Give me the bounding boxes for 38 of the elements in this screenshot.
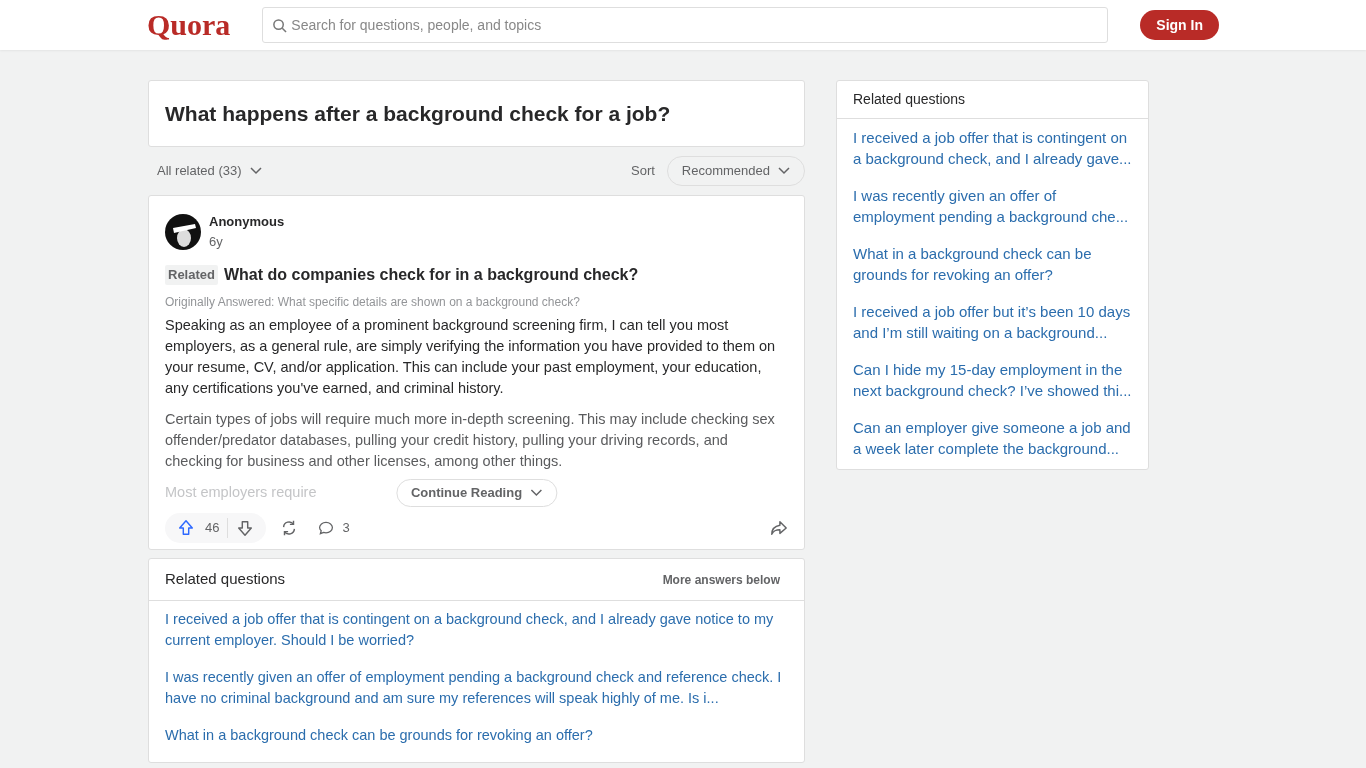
- related-question-title[interactable]: What do companies check for in a background check?: [223, 263, 639, 288]
- all-related-dropdown[interactable]: All related (33): [157, 161, 262, 181]
- more-answers-label: More answers below: [662, 571, 781, 589]
- related-question-link[interactable]: I was recently given an offer of employment pending a background check and reference check. I have no criminal background and am sure my references will speak highly of me. Is i...: [165, 667, 788, 710]
- downvote-icon[interactable]: [236, 519, 255, 538]
- continue-reading-button[interactable]: Continue Reading: [395, 479, 558, 508]
- chevron-down-icon: [530, 489, 543, 498]
- sign-in-button[interactable]: Sign In: [1140, 10, 1219, 40]
- chevron-down-icon: [249, 167, 262, 176]
- question-title: What happens after a background check for a job?: [165, 101, 672, 127]
- chevron-down-icon: [778, 167, 790, 176]
- panel-title: Related questions: [853, 90, 966, 109]
- related-question-link[interactable]: I was recently given an offer of employment pending a background che...: [853, 185, 1132, 227]
- upvote-button[interactable]: 46: [177, 518, 229, 538]
- comment-icon: [318, 520, 335, 537]
- author-name[interactable]: Anonymous: [209, 212, 285, 232]
- originally-answered-text: Originally Answered: What specific details are shown on a background check?: [165, 294, 581, 312]
- related-question-link[interactable]: Can I hide my 15-day employment in the next background check? I’ve showed thi...: [853, 359, 1132, 401]
- related-question-link[interactable]: What in a background check can be grounds for revoking an offer?: [165, 725, 788, 747]
- card-title: Related questions: [165, 569, 286, 590]
- related-question-link[interactable]: I received a job offer that is contingent on a background check, and I already gave...: [853, 127, 1132, 169]
- search-field[interactable]: Search for questions, people, and topics: [262, 7, 1109, 43]
- share-icon[interactable]: [770, 519, 788, 538]
- answer-paragraph: Speaking as an employee of a prominent background screening firm, I can tell you most employers, as a general rule, are simply verifying the information you have provided to them on your resume, CV, and/or application. This can include your past employment, your education, any certifications you've earned, and criminal history.: [165, 316, 777, 399]
- related-question-link[interactable]: What in a background check can be grounds for revoking an offer?: [853, 243, 1132, 285]
- related-question-link[interactable]: I received a job offer that is contingent on a background check, and I already gave notice to my current employer. Should I be worried?: [165, 609, 788, 652]
- related-question-link[interactable]: Can an employer give someone a job and a week later complete the background...: [853, 417, 1132, 459]
- sort-label: Sort: [631, 162, 655, 181]
- upvote-icon: [177, 519, 195, 538]
- logo[interactable]: Quora: [147, 10, 231, 40]
- search-icon: [272, 18, 288, 33]
- answer-paragraph: Certain types of jobs will require much more in-depth screening. This may include checking sex offender/predator databases, pulling your credit history, pulling your driving records, and checking for business and other licenses, among other things.: [165, 410, 776, 472]
- comment-button[interactable]: 3: [318, 518, 350, 538]
- answer-paragraph: Most employers require: [165, 483, 317, 503]
- answer-time: 6y: [209, 232, 224, 251]
- avatar-icon: [165, 213, 201, 250]
- related-tag: Related: [165, 265, 218, 285]
- related-question-link[interactable]: I received a job offer but it’s been 10 days and I’m still waiting on a background...: [853, 301, 1132, 343]
